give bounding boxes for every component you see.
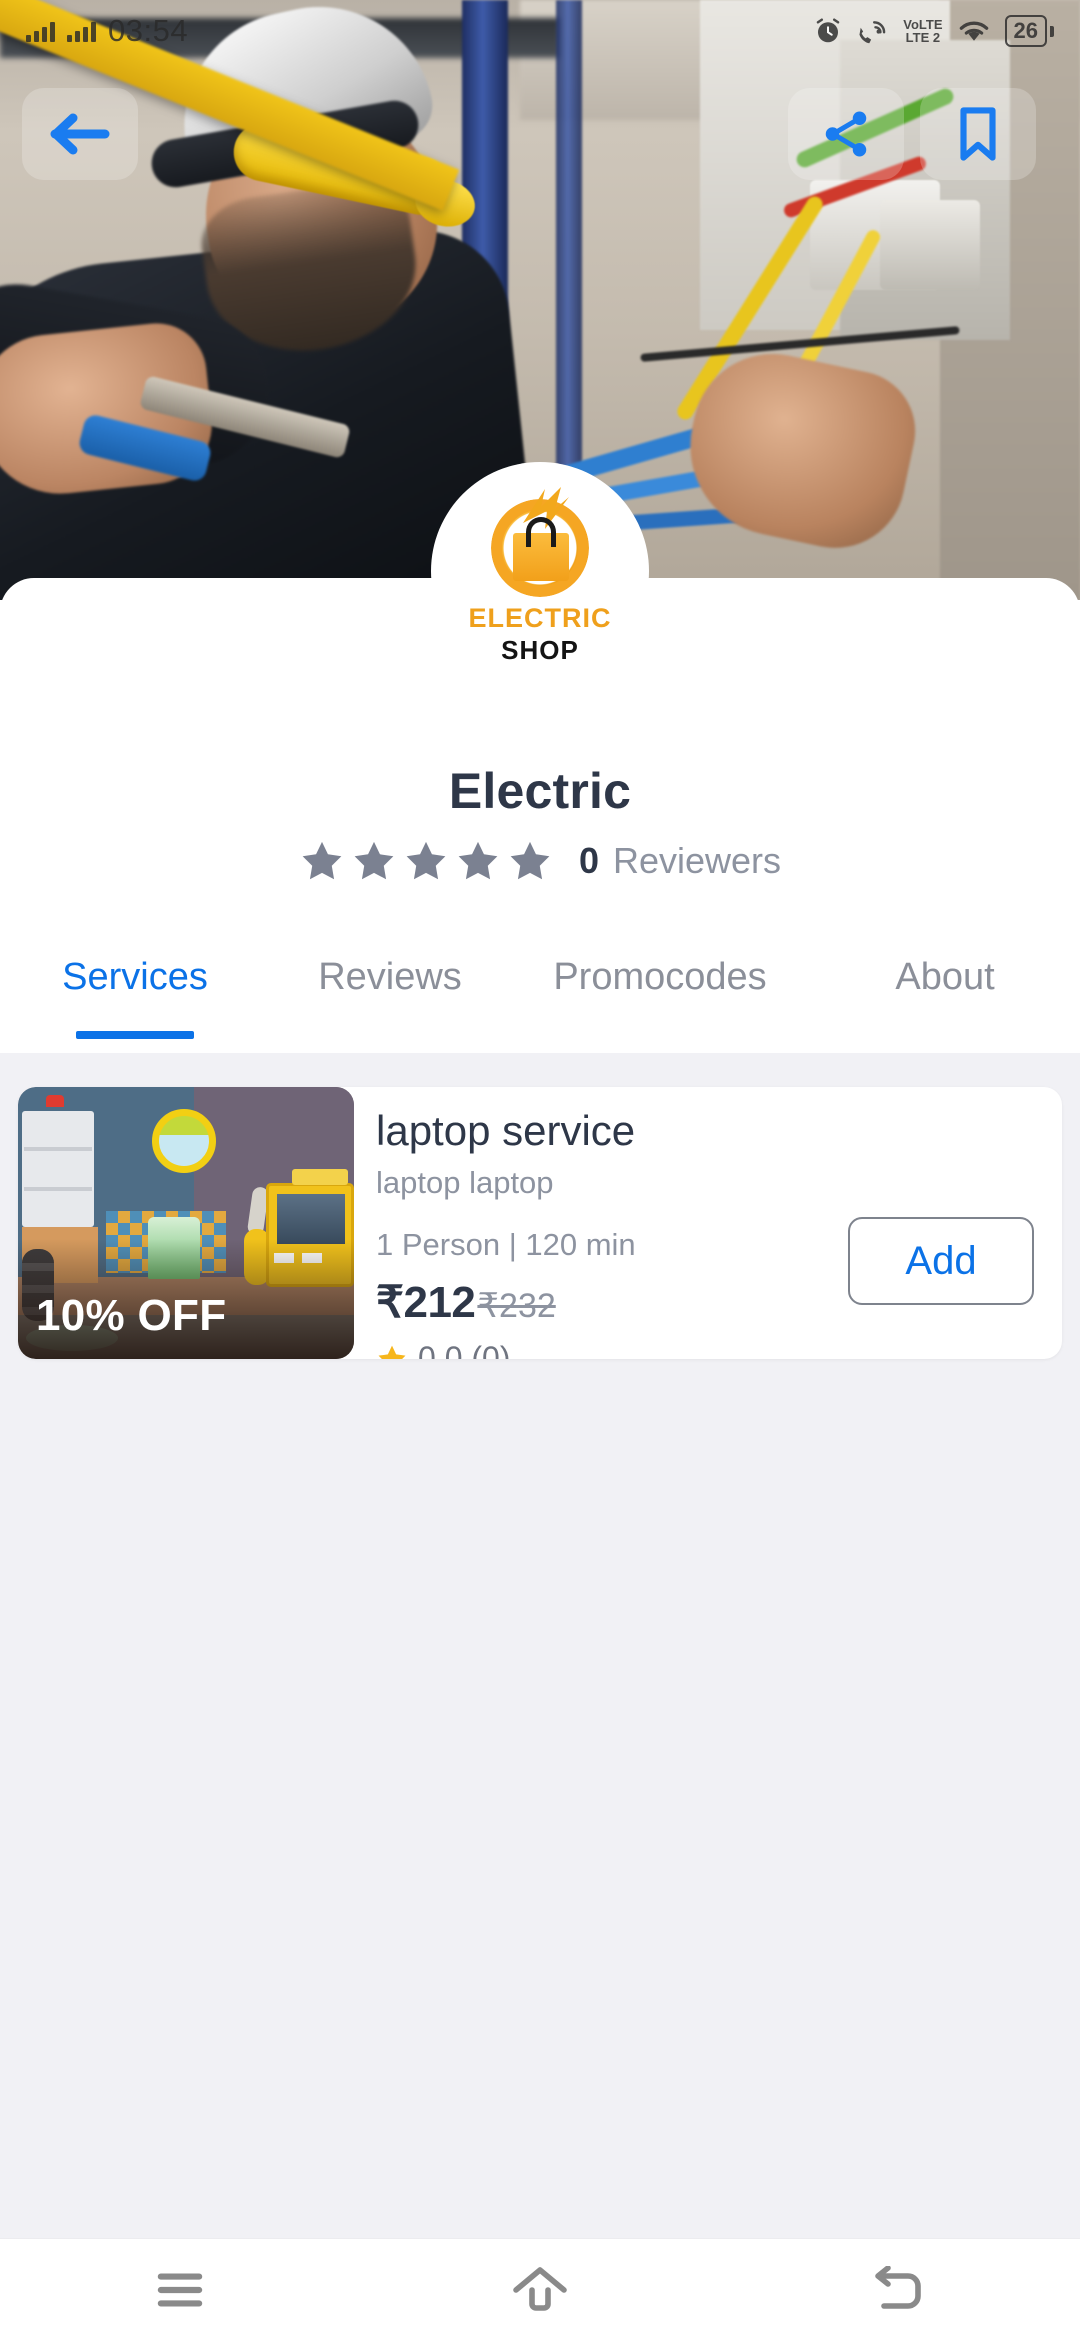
tab-bar: Services Reviews Promocodes About [0,940,1080,1052]
star-icon [354,841,394,880]
discount-badge: 10% OFF [18,1239,354,1359]
bookmark-icon [960,107,996,161]
tab-about[interactable]: About [810,940,1080,999]
battery-level: 26 [1004,15,1047,47]
service-rating-text: 0.0 (0) [418,1340,511,1359]
status-bar: 03:54 VoLTE LTE 2 26 [0,0,1080,62]
logo-text-electric: ELECTRIC [468,602,612,633]
tab-label: Promocodes [553,956,767,998]
star-icon [510,841,550,880]
bookmark-button[interactable] [920,88,1036,180]
add-button[interactable]: Add [848,1217,1034,1305]
tab-active-underline [76,1031,194,1039]
menu-icon [157,2273,203,2306]
back-button-nav[interactable] [820,2239,980,2340]
back-arrow-icon [875,2265,921,2309]
star-icon [458,841,498,880]
home-button[interactable] [460,2239,620,2340]
logo-text-shop: SHOP [501,634,579,665]
review-count: 0 [578,840,599,881]
back-button[interactable] [22,88,138,180]
star-icon [378,1345,406,1359]
signal-bars-icon [67,20,96,42]
wifi-icon [959,21,988,41]
service-title: laptop service [376,1107,636,1154]
rating-summary: 0 Reviewers [0,838,1080,884]
volte-icon: VoLTE LTE 2 [903,17,943,45]
battery-icon: 26 [1004,15,1054,47]
star-rating [299,838,553,884]
tab-reviews[interactable]: Reviews [270,940,510,999]
page-title: Electric [448,763,632,819]
tab-label: About [895,956,995,998]
service-thumbnail: 10% OFF [18,1087,354,1359]
alarm-clock-icon [817,18,840,43]
tab-services[interactable]: Services [0,940,270,1039]
back-arrow-icon [50,113,110,155]
services-list: 10% OFF laptop service laptop laptop 1 P… [0,1053,1080,2238]
status-time: 03:54 [108,13,189,48]
wifi-calling-icon [859,21,886,44]
star-icon [302,841,342,880]
share-button[interactable] [788,88,904,180]
star-icon [406,841,446,880]
signal-bars-icon [26,20,55,42]
price-original: ₹232 [477,1287,556,1326]
recents-button[interactable] [100,2239,260,2340]
android-navigation-bar [0,2238,1080,2340]
review-label: Reviewers [612,840,782,881]
service-card[interactable]: 10% OFF laptop service laptop laptop 1 P… [18,1087,1062,1359]
app-screen: 03:54 VoLTE LTE 2 26 ELECTRIC SHOP Elect… [0,0,1080,2340]
tab-label: Reviews [318,956,462,998]
electric-shop-logo-icon [479,485,601,607]
home-icon [513,2266,567,2311]
share-icon [825,111,867,157]
service-details: laptop service laptop laptop 1 Person | … [354,1087,1062,1359]
discount-text: 10% OFF [36,1291,227,1340]
tab-promocodes[interactable]: Promocodes [510,940,810,999]
price-current: ₹212 [376,1278,476,1328]
shop-logo: ELECTRIC SHOP [431,462,649,680]
tab-label: Services [62,956,208,998]
service-subtitle: laptop laptop [376,1165,554,1201]
service-rating: 0.0 (0) [376,1340,1062,1359]
